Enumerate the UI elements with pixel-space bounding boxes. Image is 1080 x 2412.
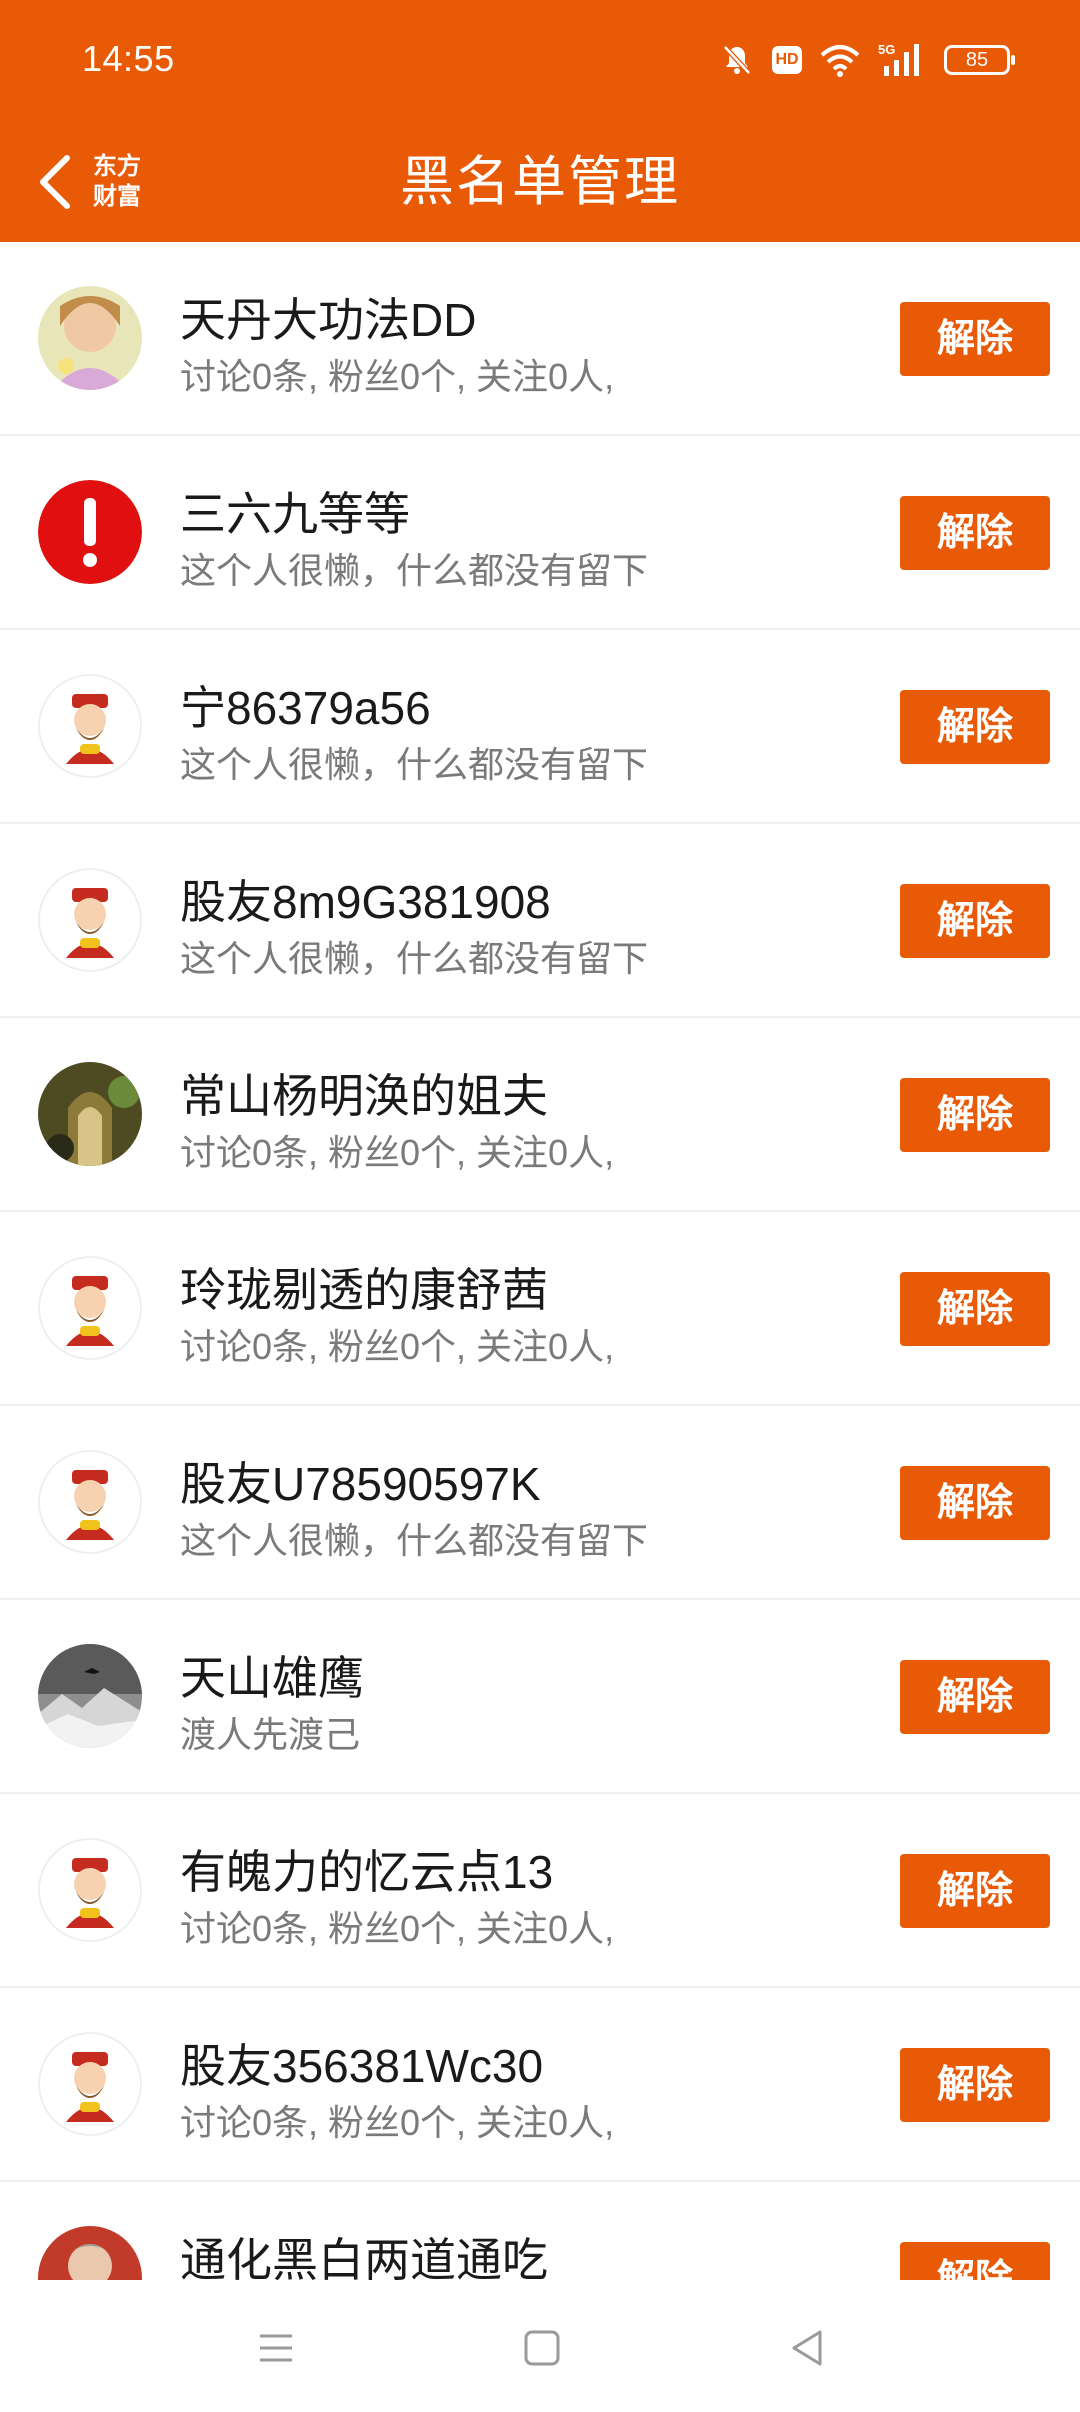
user-name: 通化黑白两道通吃 — [180, 2234, 548, 2280]
fortune-god-avatar-icon[interactable] — [38, 1450, 142, 1554]
wifi-icon — [820, 45, 860, 77]
fortune-god-avatar-icon[interactable] — [38, 1838, 142, 1942]
user-name: 股友U78590597K — [180, 1458, 541, 1510]
user-desc: 讨论0条, 粉丝0个, 关注0人, — [180, 1908, 615, 1949]
hd-icon: HD — [772, 46, 802, 74]
user-desc: 这个人很懒，什么都没有留下 — [180, 938, 649, 979]
user-name: 宁86379a56 — [180, 682, 431, 734]
photo-avatar-icon[interactable] — [38, 1644, 142, 1748]
list-item: 股友8m9G381908 这个人很懒，什么都没有留下 解除 — [0, 824, 1080, 1018]
photo-avatar-icon[interactable] — [38, 1062, 142, 1166]
remove-button[interactable]: 解除 — [900, 1466, 1050, 1540]
list-item: 股友356381Wc30 讨论0条, 粉丝0个, 关注0人, 解除 — [0, 1988, 1080, 2182]
page-title: 黑名单管理 — [400, 152, 680, 212]
status-time: 14:55 — [82, 38, 175, 79]
user-desc: 讨论0条, 粉丝0个, 关注0人, — [180, 2102, 615, 2143]
menu-icon[interactable] — [246, 2318, 306, 2378]
bell-muted-icon — [723, 45, 751, 75]
user-name: 常山杨明涣的姐夫 — [180, 1070, 548, 1122]
user-desc: 渡人先渡己 — [180, 1714, 361, 1755]
remove-button[interactable]: 解除 — [900, 1660, 1050, 1734]
remove-button[interactable]: 解除 — [900, 1272, 1050, 1346]
list-item: 天丹大功法DD 讨论0条, 粉丝0个, 关注0人, 解除 — [0, 242, 1080, 436]
remove-button[interactable]: 解除 — [900, 2242, 1050, 2280]
remove-button[interactable]: 解除 — [900, 1854, 1050, 1928]
user-desc: 这个人很懒，什么都没有留下 — [180, 1520, 649, 1561]
photo-avatar-icon[interactable] — [38, 286, 142, 390]
5g-signal-icon: 5G — [878, 42, 919, 76]
user-desc: 这个人很懒，什么都没有留下 — [180, 744, 649, 785]
warning-avatar-icon[interactable] — [38, 480, 142, 584]
list-item: 股友U78590597K 这个人很懒，什么都没有留下 解除 — [0, 1406, 1080, 1600]
user-name: 玲珑剔透的康舒茜 — [180, 1264, 548, 1316]
remove-button[interactable]: 解除 — [900, 690, 1050, 764]
fortune-god-avatar-icon[interactable] — [38, 2032, 142, 2136]
user-desc: 讨论0条, 粉丝0个, 关注0人, — [180, 1326, 615, 1367]
list-item: 天山雄鹰 渡人先渡己 解除 — [0, 1600, 1080, 1794]
home-icon[interactable] — [512, 2318, 572, 2378]
remove-button[interactable]: 解除 — [900, 1078, 1050, 1152]
list-item: 有魄力的忆云点13 讨论0条, 粉丝0个, 关注0人, 解除 — [0, 1794, 1080, 1988]
remove-button[interactable]: 解除 — [900, 2048, 1050, 2122]
list-item: 通化黑白两道通吃 解除 — [0, 2182, 1080, 2280]
fortune-god-avatar-icon[interactable] — [38, 868, 142, 972]
status-icons: HD 5G 85 — [720, 38, 1015, 82]
user-name: 天山雄鹰 — [180, 1652, 364, 1704]
fortune-god-avatar-icon[interactable] — [38, 674, 142, 778]
user-desc: 讨论0条, 粉丝0个, 关注0人, — [180, 356, 615, 397]
title-bar: 东方 财富 黑名单管理 — [0, 122, 1080, 242]
fortune-god-avatar-icon[interactable] — [38, 1256, 142, 1360]
blacklist[interactable]: 天丹大功法DD 讨论0条, 粉丝0个, 关注0人, 解除 三六九等等 这个人很懒… — [0, 242, 1080, 2280]
network-label: 5G — [878, 42, 895, 57]
user-name: 股友356381Wc30 — [180, 2040, 544, 2092]
list-item: 常山杨明涣的姐夫 讨论0条, 粉丝0个, 关注0人, 解除 — [0, 1018, 1080, 1212]
user-name: 股友8m9G381908 — [180, 876, 551, 928]
status-bar: 14:55 HD 5G 85 — [0, 0, 1080, 122]
user-desc: 这个人很懒，什么都没有留下 — [180, 550, 649, 591]
user-desc: 讨论0条, 粉丝0个, 关注0人, — [180, 1132, 615, 1173]
remove-button[interactable]: 解除 — [900, 496, 1050, 570]
battery-icon: 85 — [944, 45, 1015, 75]
photo-avatar-icon[interactable] — [38, 2226, 142, 2280]
list-item: 三六九等等 这个人很懒，什么都没有留下 解除 — [0, 436, 1080, 630]
user-name: 三六九等等 — [180, 488, 410, 540]
system-nav-bar — [0, 2280, 1080, 2412]
user-name: 天丹大功法DD — [180, 294, 477, 346]
back-triangle-icon[interactable] — [778, 2318, 838, 2378]
remove-button[interactable]: 解除 — [900, 884, 1050, 958]
user-name: 有魄力的忆云点13 — [180, 1846, 554, 1898]
list-item: 玲珑剔透的康舒茜 讨论0条, 粉丝0个, 关注0人, 解除 — [0, 1212, 1080, 1406]
list-item: 宁86379a56 这个人很懒，什么都没有留下 解除 — [0, 630, 1080, 824]
remove-button[interactable]: 解除 — [900, 302, 1050, 376]
